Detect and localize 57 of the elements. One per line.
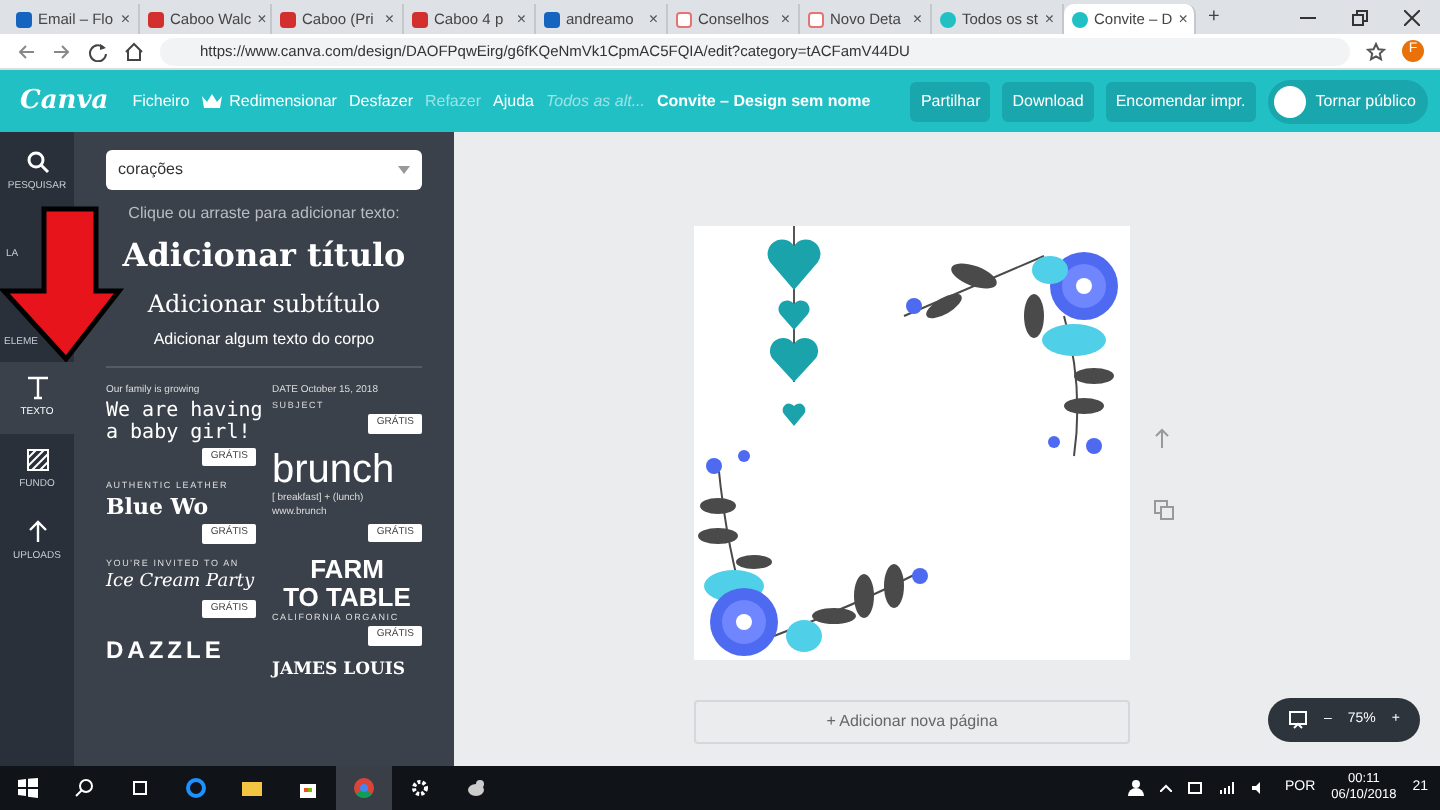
text-icon [25,375,49,400]
template-text[interactable]: We are having [106,399,256,422]
people-icon[interactable] [1128,780,1145,796]
close-button[interactable]: × [1178,7,1188,31]
search-icon[interactable] [74,778,94,798]
close-button[interactable]: × [516,7,526,31]
task-view-icon[interactable] [130,778,150,798]
tab-icon [940,11,956,27]
back-icon[interactable] [16,41,36,61]
folder-icon[interactable] [242,778,262,798]
save-status: Todos as alt... [545,89,645,113]
chrome-icon[interactable] [354,778,374,798]
template-text[interactable]: Ice Cream Party [106,570,256,598]
network-icon[interactable] [1220,782,1237,794]
present-icon[interactable] [1287,710,1308,730]
template-text[interactable]: brunch [272,447,422,492]
close-button[interactable]: × [780,7,790,31]
caret-icon [398,166,410,174]
home-icon[interactable] [124,41,144,61]
close-icon[interactable] [1404,9,1420,25]
design-page[interactable] [694,226,1130,660]
star-icon[interactable] [1366,41,1386,61]
template-text[interactable]: DAZZLE [106,632,256,669]
pattern-icon [25,447,49,472]
add-page-button[interactable]: + Adicionar nova página [694,700,1130,744]
search-icon [25,149,49,174]
tab-icon [148,11,164,27]
tab-icon [1072,11,1088,27]
reload-icon[interactable] [88,41,108,61]
template-text[interactable]: FARM [272,556,422,584]
hint-text: Clique ou arraste para adicionar texto: [126,202,402,226]
close-button[interactable]: × [257,7,267,31]
add-subheading-button[interactable]: Adicionar subtítulo [147,286,381,322]
add-body-text-button[interactable]: Adicionar algum texto do corpo [106,328,422,368]
new-tab-button[interactable]: + [1208,2,1220,32]
restore-icon[interactable] [1352,9,1368,25]
tab-icon [16,11,32,27]
template-text[interactable]: TO TABLE [272,583,422,612]
tab-icon [280,11,296,27]
tab-icon [412,11,428,27]
crown-icon [201,94,222,108]
template-text[interactable]: Blue Wo [106,493,256,523]
close-button[interactable]: × [120,7,130,31]
chevron-icon[interactable] [1160,784,1173,792]
store-icon[interactable] [298,778,318,798]
forward-icon[interactable] [52,41,72,61]
windows-icon[interactable] [18,778,38,798]
tab-icon [544,11,560,27]
search-field[interactable]: corações [106,150,422,190]
template-text[interactable]: a baby girl! [106,422,256,445]
close-button[interactable]: × [912,7,922,31]
upload-icon [25,519,49,544]
close-button[interactable]: × [1044,7,1054,31]
close-button[interactable]: × [648,7,658,31]
template-text[interactable]: JAMES LOUIS [272,659,422,682]
close-button[interactable]: × [384,7,394,31]
add-heading-button[interactable]: Adicionar título [106,232,422,280]
